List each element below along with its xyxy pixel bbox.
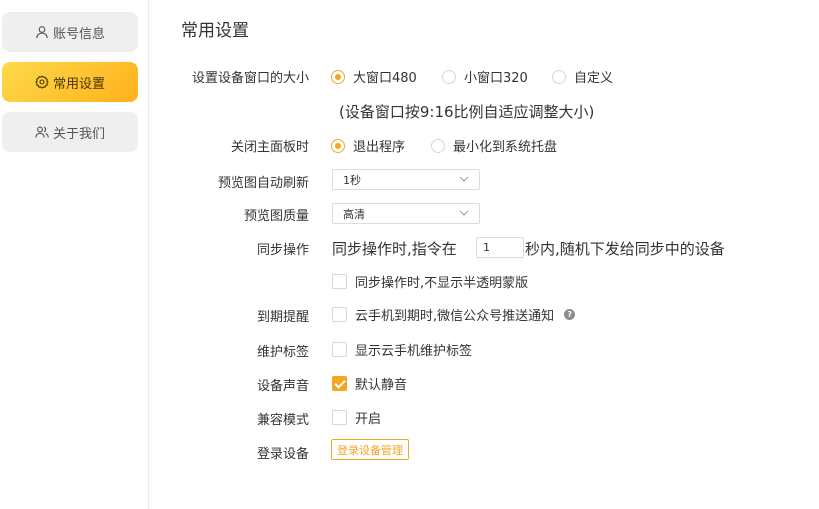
- radio-indicator: [442, 69, 456, 84]
- maintenance-tag-checkbox[interactable]: 显示云手机维护标签: [332, 340, 472, 359]
- sync-seconds-input[interactable]: [476, 237, 524, 258]
- radio-indicator: [331, 69, 345, 84]
- radio-small-window[interactable]: 小窗口320: [442, 67, 528, 86]
- login-devices-label: 登录设备: [256, 447, 309, 462]
- select-value: 高清: [343, 207, 365, 221]
- select-value: 1秒: [343, 173, 361, 187]
- checkbox-label: 开启: [355, 412, 382, 427]
- checkbox-indicator: [332, 307, 347, 322]
- radio-indicator: [431, 138, 445, 153]
- preview-refresh-label: 预览图自动刷新: [217, 176, 309, 191]
- checkbox-label: 默认静音: [355, 378, 408, 393]
- sidebar-item-account-info[interactable]: 账号信息: [2, 12, 138, 52]
- sync-label: 同步操作: [256, 243, 309, 258]
- sound-label: 设备声音: [256, 379, 309, 394]
- settings-panel: 常用设置 设置设备窗口的大小 大窗口480 小窗口320 自定义 (设备窗口按9…: [149, 0, 819, 509]
- checkbox-indicator: [332, 410, 347, 425]
- checkbox-indicator: [332, 342, 347, 357]
- sidebar-item-label: 关于我们: [52, 126, 105, 142]
- expiry-label: 到期提醒: [256, 310, 309, 325]
- help-icon[interactable]: ?: [564, 309, 576, 320]
- checkbox-label: 同步操作时,不显示半透明蒙版: [355, 276, 529, 291]
- radio-exit-program[interactable]: 退出程序: [331, 136, 405, 155]
- gear-icon: [35, 75, 49, 89]
- checkbox-indicator: [332, 376, 347, 391]
- chevron-down-icon: [459, 210, 469, 216]
- sidebar-item-label: 常用设置: [52, 76, 105, 92]
- sidebar-item-label: 账号信息: [52, 26, 105, 42]
- preview-refresh-select[interactable]: 1秒: [332, 169, 480, 190]
- close-panel-label: 关闭主面板时: [230, 140, 309, 155]
- radio-label: 最小化到系统托盘: [453, 140, 558, 155]
- checkbox-label: 显示云手机维护标签: [355, 344, 473, 359]
- checkbox-indicator: [332, 274, 347, 289]
- compat-label: 兼容模式: [256, 413, 309, 428]
- radio-indicator: [552, 69, 566, 84]
- page-title: 常用设置: [181, 21, 249, 41]
- radio-label: 小窗口320: [464, 71, 528, 86]
- chevron-down-icon: [459, 176, 469, 182]
- window-size-hint: (设备窗口按9:16比例自适应调整大小): [339, 103, 595, 121]
- radio-indicator: [331, 138, 345, 153]
- window-size-label: 设置设备窗口的大小: [191, 71, 309, 86]
- sync-text-before: 同步操作时,指令在: [332, 240, 457, 258]
- sync-hide-mask-checkbox[interactable]: 同步操作时,不显示半透明蒙版: [332, 272, 528, 291]
- checkbox-label: 云手机到期时,微信公众号推送通知: [355, 309, 555, 324]
- radio-large-window[interactable]: 大窗口480: [331, 67, 417, 86]
- user-icon: [36, 26, 48, 39]
- radio-label: 自定义: [574, 71, 614, 86]
- radio-minimize-to-tray[interactable]: 最小化到系统托盘: [431, 136, 557, 155]
- compat-mode-checkbox[interactable]: 开启: [332, 408, 381, 427]
- sidebar-item-common-settings[interactable]: 常用设置: [2, 62, 138, 102]
- expiry-notify-checkbox[interactable]: 云手机到期时,微信公众号推送通知 ?: [332, 305, 576, 324]
- preview-quality-select[interactable]: 高清: [332, 203, 480, 224]
- login-device-manage-button[interactable]: 登录设备管理: [331, 439, 409, 460]
- radio-label: 退出程序: [353, 140, 406, 155]
- preview-quality-label: 预览图质量: [243, 209, 309, 224]
- users-icon: [35, 126, 49, 138]
- sidebar-item-about-us[interactable]: 关于我们: [2, 112, 138, 152]
- radio-label: 大窗口480: [353, 71, 417, 86]
- sidebar: 账号信息 常用设置 关于我们: [0, 0, 149, 509]
- default-mute-checkbox[interactable]: 默认静音: [332, 374, 407, 393]
- maintenance-label: 维护标签: [256, 345, 309, 360]
- sync-text-after: 秒内,随机下发给同步中的设备: [525, 240, 725, 258]
- radio-custom-window[interactable]: 自定义: [552, 67, 613, 86]
